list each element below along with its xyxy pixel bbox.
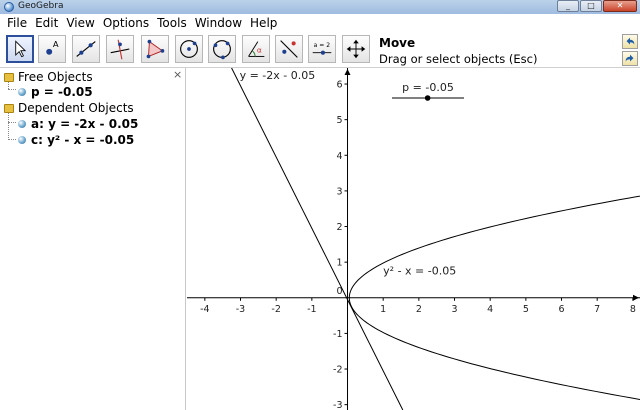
x-tick-label: 3 — [451, 304, 457, 315]
y-tick-label: 5 — [336, 115, 342, 126]
parabola-c-label: y² - x = -0.05 — [383, 265, 456, 278]
algebra-item-p-text: p = -0.05 — [31, 85, 93, 99]
x-tick-label: 5 — [523, 304, 529, 315]
circle-center-point-icon — [180, 40, 198, 58]
menu-edit[interactable]: Edit — [31, 14, 62, 32]
move-tool-button[interactable] — [6, 35, 34, 63]
angle-icon: α — [248, 41, 265, 57]
folder-icon — [4, 72, 14, 82]
window-controls: _ □ ✕ — [557, 0, 637, 12]
parabola-c-curve — [348, 195, 640, 400]
svg-text:α: α — [257, 46, 262, 55]
angle-tool-button[interactable]: α — [242, 35, 270, 63]
y-tick-label: 2 — [336, 222, 342, 233]
slider-p-knob[interactable] — [424, 95, 431, 101]
maximize-button[interactable]: □ — [580, 0, 602, 12]
slider-tool-text: a = 2 — [314, 42, 331, 49]
undo-button[interactable] — [622, 34, 638, 49]
x-tick-label: 8 — [630, 304, 636, 315]
perpendicular-line-icon — [110, 39, 130, 60]
menu-tools[interactable]: Tools — [153, 14, 191, 32]
menu-options[interactable]: Options — [99, 14, 153, 32]
menu-file[interactable]: File — [3, 14, 31, 32]
undo-icon — [626, 37, 635, 45]
line-through-points-icon — [76, 41, 96, 57]
y-tick-label: 6 — [336, 80, 342, 91]
circle-three-points-icon — [213, 40, 231, 60]
window-title: GeoGebra — [18, 1, 64, 11]
algebra-view: × Free Objects p = -0.05 Dependent Objec… — [0, 68, 186, 410]
free-objects-folder[interactable]: Free Objects — [4, 70, 93, 84]
line-tool-button[interactable] — [72, 35, 100, 63]
y-tick-label: -3 — [333, 400, 342, 410]
tree-connector — [8, 113, 9, 140]
move-graphics-view-icon — [346, 39, 366, 59]
y-axis-arrow — [344, 69, 351, 75]
minimize-button[interactable]: _ — [557, 0, 579, 12]
active-tool-title: Move — [379, 36, 416, 50]
slider-icon: a = 2 — [312, 42, 332, 55]
y-tick-label: 3 — [336, 186, 342, 197]
menu-bar: File Edit View Options Tools Window Help — [0, 14, 640, 32]
geogebra-app-icon — [4, 2, 14, 12]
tree-connector — [8, 89, 16, 90]
svg-text:A: A — [53, 39, 59, 49]
x-tick-label: 1 — [380, 304, 386, 315]
dependent-objects-label: Dependent Objects — [18, 101, 134, 115]
circle-three-points-tool-button[interactable] — [208, 35, 236, 63]
line-a-curve — [231, 68, 404, 410]
circle-tool-button[interactable] — [175, 35, 203, 63]
menu-help[interactable]: Help — [246, 14, 281, 32]
x-tick-label: 2 — [416, 304, 422, 315]
move-view-tool-button[interactable] — [342, 35, 370, 63]
tree-connector — [8, 122, 16, 123]
visibility-bullet-icon[interactable] — [18, 120, 26, 128]
x-tick-label: -2 — [271, 304, 280, 315]
close-button[interactable]: ✕ — [603, 0, 637, 12]
y-tick-label: -1 — [333, 329, 342, 340]
y-tick-label: 4 — [336, 151, 342, 162]
algebra-item-p[interactable]: p = -0.05 — [18, 85, 93, 99]
title-bar: GeoGebra _ □ ✕ — [0, 0, 640, 14]
visibility-bullet-icon[interactable] — [18, 88, 26, 96]
toolbar: A α a = 2 Move Drag or select objects (E… — [0, 32, 640, 68]
line-a-label: y = -2x - 0.05 — [240, 69, 316, 82]
active-tool-help: Drag or select objects (Esc) — [379, 52, 538, 66]
redo-button[interactable] — [622, 51, 638, 66]
reflect-icon — [280, 40, 298, 58]
dependent-objects-folder[interactable]: Dependent Objects — [4, 101, 134, 115]
polygon-icon — [146, 39, 165, 59]
visibility-bullet-icon[interactable] — [18, 136, 26, 144]
algebra-item-c[interactable]: c: y² - x = -0.05 — [18, 133, 134, 147]
free-objects-label: Free Objects — [18, 70, 93, 84]
folder-icon — [4, 103, 14, 113]
x-tick-label: 4 — [487, 304, 493, 315]
algebra-item-c-text: c: y² - x = -0.05 — [31, 133, 135, 147]
y-tick-label: -2 — [333, 365, 342, 376]
x-tick-label: 7 — [594, 304, 600, 315]
point-tool-button[interactable]: A — [38, 35, 66, 63]
algebra-item-a[interactable]: a: y = -2x - 0.05 — [18, 117, 138, 131]
x-tick-label: 6 — [559, 304, 565, 315]
slider-tool-button[interactable]: a = 2 — [308, 35, 336, 63]
close-algebra-view-button[interactable]: × — [173, 68, 182, 81]
x-tick-label: -1 — [307, 304, 316, 315]
arrow-pointer-icon — [15, 40, 27, 58]
menu-window[interactable]: Window — [191, 14, 246, 32]
x-tick-label: -4 — [200, 304, 209, 315]
x-axis-arrow — [633, 294, 639, 301]
reflect-tool-button[interactable] — [275, 35, 303, 63]
perpendicular-tool-button[interactable] — [106, 35, 134, 63]
redo-icon — [625, 54, 634, 62]
menu-view[interactable]: View — [62, 14, 98, 32]
slider-p-label: p = -0.05 — [402, 81, 454, 94]
algebra-item-a-text: a: y = -2x - 0.05 — [31, 117, 139, 131]
tree-connector — [8, 139, 16, 140]
polygon-tool-button[interactable] — [141, 35, 169, 63]
x-tick-label: -3 — [236, 304, 245, 315]
point-a-icon: A — [46, 39, 59, 55]
graphics-view[interactable]: -4 -3 -2 -1 1 2 3 4 5 6 7 8 -3 -2 -1 1 2 3 4 5 6 0 y = -2x - 0… — [187, 68, 640, 410]
graphics-canvas[interactable]: -4 -3 -2 -1 1 2 3 4 5 6 7 8-3-2-11234560y = -2x - 0… — [187, 68, 640, 410]
y-tick-label: 1 — [336, 258, 342, 269]
